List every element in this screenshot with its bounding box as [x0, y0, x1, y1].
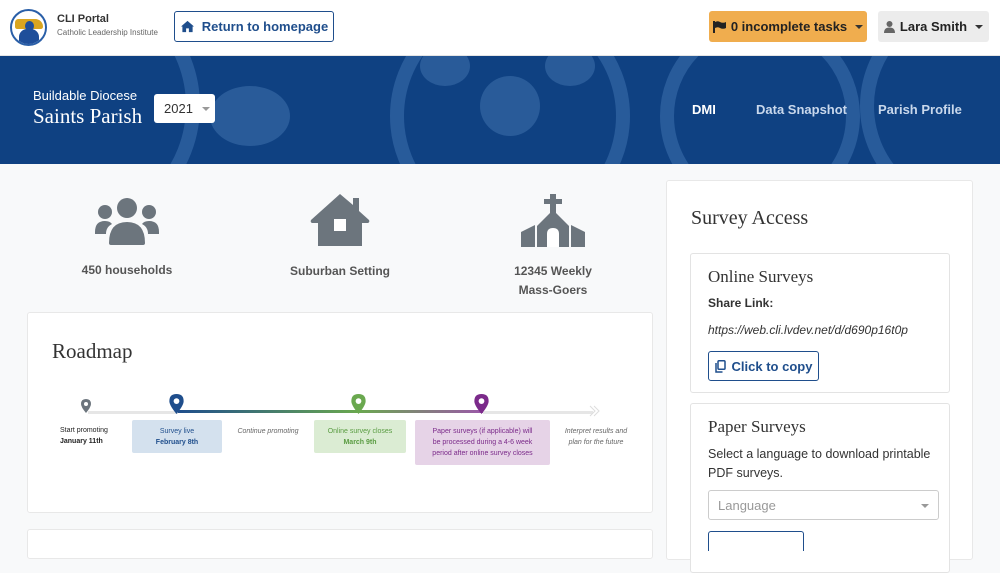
timeline-step-online-closes: Online survey closes March 9th	[314, 420, 406, 453]
chevron-down-icon	[201, 106, 210, 111]
brand-title: CLI Portal	[57, 13, 109, 25]
share-link-label: Share Link:	[708, 296, 774, 310]
chevron-down-icon	[975, 24, 984, 29]
step-text: be processed during a 4-6 week	[432, 439, 533, 446]
year-select[interactable]: 2021	[154, 94, 215, 123]
user-name-label: Lara Smith	[899, 19, 968, 34]
roadmap-title: Roadmap	[52, 339, 133, 363]
users-icon	[95, 198, 159, 245]
step-text: Start promoting	[60, 427, 108, 434]
download-button[interactable]	[708, 531, 804, 551]
parish-name: Saints Parish	[33, 104, 143, 128]
step-date: February 8th	[155, 439, 199, 446]
step-text: plan for the future	[568, 439, 624, 446]
stained-glass-decoration	[480, 76, 540, 136]
timeline-step-survey-live: Survey live February 8th	[132, 420, 222, 453]
timeline-line-segment	[358, 410, 483, 413]
stained-glass-decoration	[210, 86, 290, 146]
timeline-line-segment	[178, 410, 358, 413]
map-pin-icon-paper-surveys	[474, 394, 489, 414]
user-menu-dropdown[interactable]: Lara Smith	[878, 11, 989, 42]
timeline-step-continue-promoting: Continue promoting	[237, 428, 299, 435]
return-to-homepage-button[interactable]: Return to homepage	[174, 11, 334, 42]
survey-access-card: Survey Access Online Surveys Share Link:…	[666, 180, 973, 573]
chevron-down-icon	[921, 504, 929, 508]
church-icon	[521, 194, 585, 247]
paper-surveys-description: Select a language to download printable …	[708, 447, 931, 480]
incomplete-tasks-dropdown[interactable]: 0 incomplete tasks	[709, 11, 867, 42]
step-text: Online survey closes	[327, 428, 393, 435]
nav-data-snapshot[interactable]: Data Snapshot	[756, 102, 847, 117]
survey-access-title: Survey Access	[691, 207, 809, 229]
online-surveys-card: Online Surveys Share Link: https://web.c…	[690, 253, 950, 393]
step-text: Paper surveys (if applicable) will	[432, 428, 533, 435]
chevron-down-icon	[855, 24, 864, 29]
step-text: period after online survey closes	[432, 450, 533, 457]
paper-surveys-title: Paper Surveys	[708, 417, 806, 436]
language-select[interactable]: Language	[708, 490, 939, 520]
step-date: March 9th	[343, 439, 377, 446]
roadmap-card: Roadmap Start promoting January 11th Sur…	[27, 312, 653, 513]
timeline-step-paper-surveys: Paper surveys (if applicable) will be pr…	[415, 420, 550, 465]
map-pin-icon-online-closes	[351, 394, 366, 414]
step-text: Interpret results and	[564, 428, 628, 435]
year-select-value: 2021	[164, 101, 193, 116]
map-pin-icon-start	[81, 399, 91, 413]
user-icon	[883, 20, 895, 33]
flag-icon	[712, 20, 726, 33]
house-icon	[310, 194, 370, 246]
share-link-url[interactable]: https://web.cli.lvdev.net/d/d690p16t0p	[708, 323, 908, 337]
nav-dmi[interactable]: DMI	[692, 102, 716, 117]
timeline-end-arrow-icon	[589, 405, 600, 417]
stat-mass-goers-label: 12345 Weekly Mass-Goers	[453, 262, 653, 300]
timeline-line-segment	[483, 411, 593, 414]
stat-mass-goers-line2: Mass-Goers	[518, 283, 588, 297]
timeline-line-segment	[88, 411, 178, 414]
timeline-step-start: Start promoting January 11th	[48, 425, 124, 447]
copy-link-button[interactable]: Click to copy	[708, 351, 819, 381]
logo-figure-body	[19, 29, 39, 44]
stat-households-label: 450 households	[81, 263, 173, 277]
stat-setting: Suburban Setting	[240, 192, 440, 281]
timeline-step-interpret-results: Interpret results and plan for the futur…	[558, 426, 634, 448]
stat-households: 450 households	[27, 196, 227, 280]
brand-subtitle: Catholic Leadership Institute	[57, 28, 158, 37]
nav-parish-profile[interactable]: Parish Profile	[878, 102, 962, 117]
next-section-card	[27, 529, 653, 559]
step-date: January 11th	[60, 438, 103, 445]
step-text: Survey live	[159, 428, 195, 435]
cli-logo[interactable]	[10, 9, 47, 46]
copy-link-label: Click to copy	[731, 358, 813, 374]
stat-mass-goers-line1: 12345 Weekly	[514, 264, 592, 278]
paper-surveys-card: Paper Surveys Select a language to downl…	[690, 403, 950, 573]
map-pin-icon-survey-live	[169, 394, 184, 414]
stat-setting-label: Suburban Setting	[290, 264, 390, 278]
stat-mass-goers: 12345 Weekly Mass-Goers	[453, 192, 653, 300]
top-navbar: CLI Portal Catholic Leadership Institute…	[0, 0, 1000, 56]
parish-hero-banner: Buildable Diocese Saints Parish 2021 DMI…	[0, 56, 1000, 164]
language-select-placeholder: Language	[718, 497, 776, 513]
diocese-name: Buildable Diocese	[33, 88, 138, 103]
copy-icon	[714, 359, 726, 373]
online-surveys-title: Online Surveys	[708, 267, 814, 286]
return-to-homepage-label: Return to homepage	[201, 19, 329, 34]
incomplete-tasks-label: 0 incomplete tasks	[730, 19, 848, 34]
home-icon	[180, 20, 194, 33]
